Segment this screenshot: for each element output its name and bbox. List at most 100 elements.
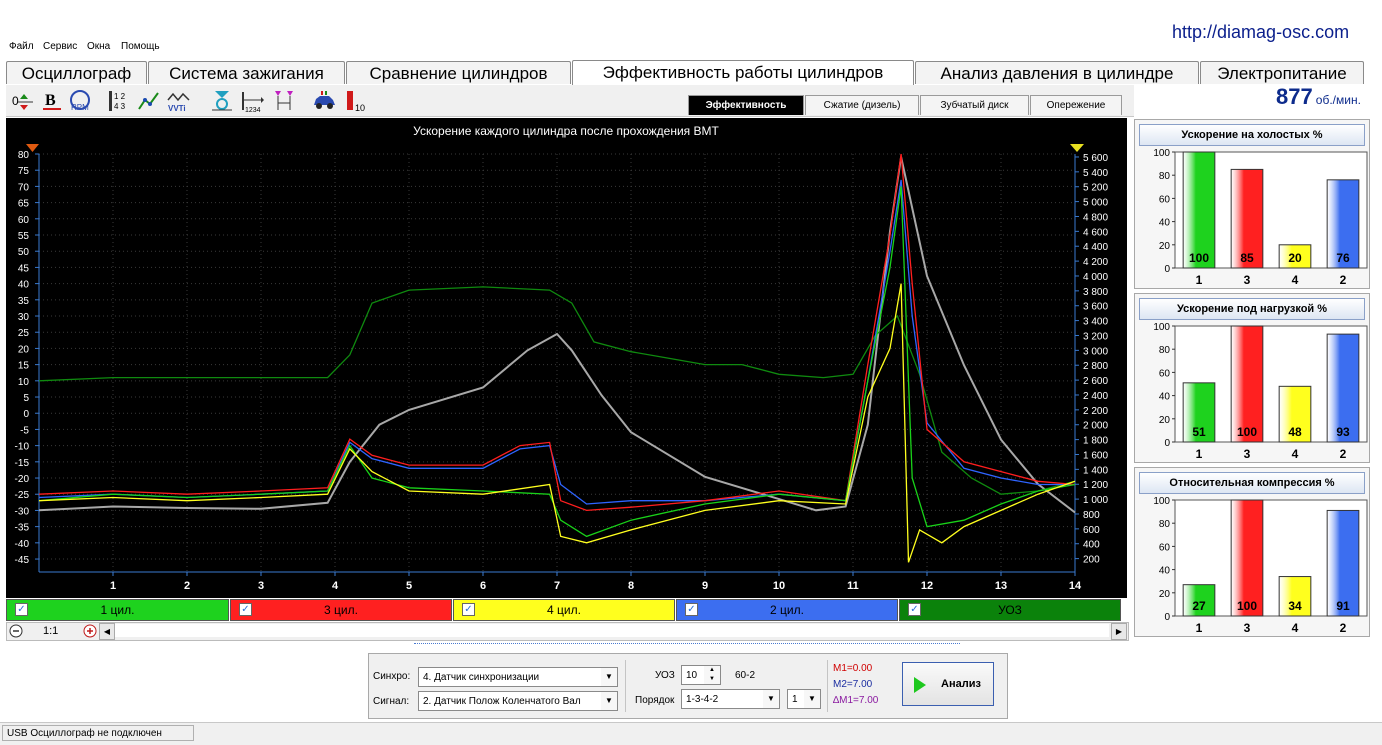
- bar-value-label: 48: [1288, 425, 1302, 439]
- tab-pressure-analysis[interactable]: Анализ давления в цилиндре: [915, 61, 1199, 84]
- y-left-tick-label: -15: [15, 458, 30, 469]
- bar-scale-icon[interactable]: 10: [343, 88, 369, 114]
- divider: [625, 660, 626, 712]
- uoz-label: УОЗ: [655, 670, 675, 681]
- y-right-tick-label: 2 400: [1083, 391, 1108, 402]
- subtab-advance[interactable]: Опережение: [1030, 95, 1122, 115]
- y-right-tick-label: 4 800: [1083, 212, 1108, 223]
- tab-power-supply[interactable]: Электропитание: [1200, 61, 1364, 84]
- legend-item-uoz[interactable]: ✓ УОЗ: [899, 599, 1121, 621]
- uoz-spinner[interactable]: 10 ▲ ▼: [681, 665, 721, 685]
- y-left-tick-label: -5: [20, 425, 29, 436]
- y-right-tick-label: 2 000: [1083, 421, 1108, 432]
- menu-file[interactable]: Файл: [9, 41, 34, 52]
- bar-y-tick-label: 100: [1153, 148, 1170, 159]
- y-left-tick-label: 60: [18, 215, 30, 226]
- y-left-tick-label: -45: [15, 555, 30, 566]
- sync-select[interactable]: 4. Датчик синхронизации ▼: [418, 667, 618, 687]
- bar-value-label: 100: [1189, 251, 1209, 265]
- bar-y-tick-label: 100: [1153, 322, 1170, 333]
- x-tick-label: 1: [110, 580, 116, 592]
- play-icon: [914, 677, 926, 693]
- menu-help[interactable]: Помощь: [121, 41, 160, 52]
- svg-text:RPM: RPM: [71, 103, 89, 112]
- chevron-down-icon[interactable]: ▼: [763, 690, 779, 708]
- cylinder-order-icon[interactable]: 1234: [239, 88, 265, 114]
- bar-value-label: 27: [1192, 599, 1206, 613]
- legend-item-cyl3[interactable]: ✓ 3 цил.: [230, 599, 452, 621]
- x-tick-label: 4: [332, 580, 339, 592]
- horizontal-scrollbar[interactable]: [115, 624, 1109, 637]
- panel-relative-compression: Относительная компрессия % 100 80 60 40 20 0 2…: [1134, 467, 1370, 637]
- y-left-tick-label: 40: [18, 280, 30, 291]
- svg-text:0: 0: [12, 94, 19, 108]
- bar-y-tick-label: 40: [1159, 566, 1171, 577]
- subtab-compression-diesel[interactable]: Сжатие (дизель): [805, 95, 919, 115]
- chevron-down-icon[interactable]: ▼: [804, 690, 820, 708]
- order-select[interactable]: 1-3-4-2 ▼: [681, 689, 780, 709]
- y-right-tick-label: 1 000: [1083, 495, 1108, 506]
- bar-chart-compression: 100 80 60 40 20 0 27 1 100 3 34 4 91 2: [1153, 496, 1368, 635]
- line-chart-icon[interactable]: [136, 88, 162, 114]
- vvti-icon[interactable]: VVTi: [166, 88, 192, 114]
- bar-y-tick-label: 100: [1153, 496, 1170, 507]
- y-left-tick-label: 45: [18, 263, 30, 274]
- bar-y-tick-label: 0: [1164, 438, 1170, 449]
- analyze-button[interactable]: Анализ: [902, 662, 994, 706]
- zoom-in-icon[interactable]: [83, 624, 97, 638]
- subtab-toothed-disk[interactable]: Зубчатый диск: [920, 95, 1029, 115]
- axis-offset-icon[interactable]: 0: [9, 88, 35, 114]
- x-tick-label: 9: [702, 580, 708, 592]
- bold-icon[interactable]: B: [39, 88, 65, 114]
- rpm-icon[interactable]: RPM: [67, 88, 93, 114]
- chevron-down-icon[interactable]: ▼: [601, 668, 617, 686]
- x-tick-label: 12: [921, 580, 933, 592]
- scroll-left-icon[interactable]: ◀: [99, 623, 115, 640]
- legend-item-cyl4[interactable]: ✓ 4 цил.: [453, 599, 675, 621]
- y-right-tick-label: 3 000: [1083, 346, 1108, 357]
- signal-select[interactable]: 2. Датчик Полож Коленчатого Вал ▼: [418, 691, 618, 711]
- zoom-out-icon[interactable]: [9, 624, 23, 638]
- chart-grid: [39, 153, 1076, 572]
- signal-label: Сигнал:: [373, 696, 410, 707]
- legend-item-cyl2[interactable]: ✓ 2 цил.: [676, 599, 898, 621]
- y-right-tick-label: 5 200: [1083, 183, 1108, 194]
- tab-ignition[interactable]: Система зажигания: [148, 61, 345, 84]
- sync-label: Синхро:: [373, 671, 411, 682]
- tab-oscillograph[interactable]: Осциллограф: [6, 61, 147, 84]
- bar-value-label: 100: [1237, 425, 1257, 439]
- y-right-tick-label: 4 600: [1083, 227, 1108, 238]
- main-chart[interactable]: Ускорение каждого цилиндра после прохожд…: [6, 118, 1127, 598]
- numbering-icon[interactable]: 1 24 3: [106, 88, 132, 114]
- subtab-efficiency[interactable]: Эффективность: [688, 95, 804, 115]
- sync-marker-icon[interactable]: [209, 88, 235, 114]
- legend-item-cyl1[interactable]: ✓ 1 цил.: [6, 599, 229, 621]
- menu-service[interactable]: Сервис: [43, 41, 77, 52]
- m1-readout: M1=0.00: [833, 663, 873, 674]
- svg-text:1 2: 1 2: [114, 92, 126, 101]
- menu-windows[interactable]: Окна: [87, 41, 110, 52]
- spinner-arrows-icon[interactable]: ▲ ▼: [704, 666, 720, 684]
- y-right-tick-label: 5 000: [1083, 198, 1108, 209]
- right-marker-icon[interactable]: [1070, 144, 1084, 152]
- order-start-select[interactable]: 1 ▼: [787, 689, 821, 709]
- chevron-down-icon[interactable]: ▼: [601, 692, 617, 710]
- x-tick-label: 2: [184, 580, 190, 592]
- scroll-right-icon[interactable]: ▶: [1111, 623, 1127, 640]
- bar-category-label: 4: [1292, 447, 1299, 461]
- y-right-tick-label: 1 600: [1083, 450, 1108, 461]
- tab-cylinder-compare[interactable]: Сравнение цилиндров: [346, 61, 571, 84]
- y-left-tick-label: -40: [15, 539, 30, 550]
- panel-load-acceleration: Ускорение под нагрузкой % 100 80 60 40 20 0 51…: [1134, 293, 1370, 463]
- tab-cylinder-efficiency[interactable]: Эффективность работы цилиндров: [572, 60, 914, 85]
- y-left-tick-label: 35: [18, 296, 30, 307]
- panel-title: Ускорение на холостых %: [1139, 124, 1365, 146]
- splitter-handle[interactable]: [414, 643, 960, 650]
- signal-select-value: 2. Датчик Полож Коленчатого Вал: [423, 696, 581, 707]
- y-left-tick-label: -30: [15, 506, 30, 517]
- range-marker-icon[interactable]: [271, 88, 297, 114]
- panel-title: Относительная компрессия %: [1139, 472, 1365, 494]
- bar-value-label: 93: [1336, 425, 1350, 439]
- car-icon[interactable]: [311, 88, 337, 114]
- bar-y-tick-label: 80: [1159, 171, 1171, 182]
